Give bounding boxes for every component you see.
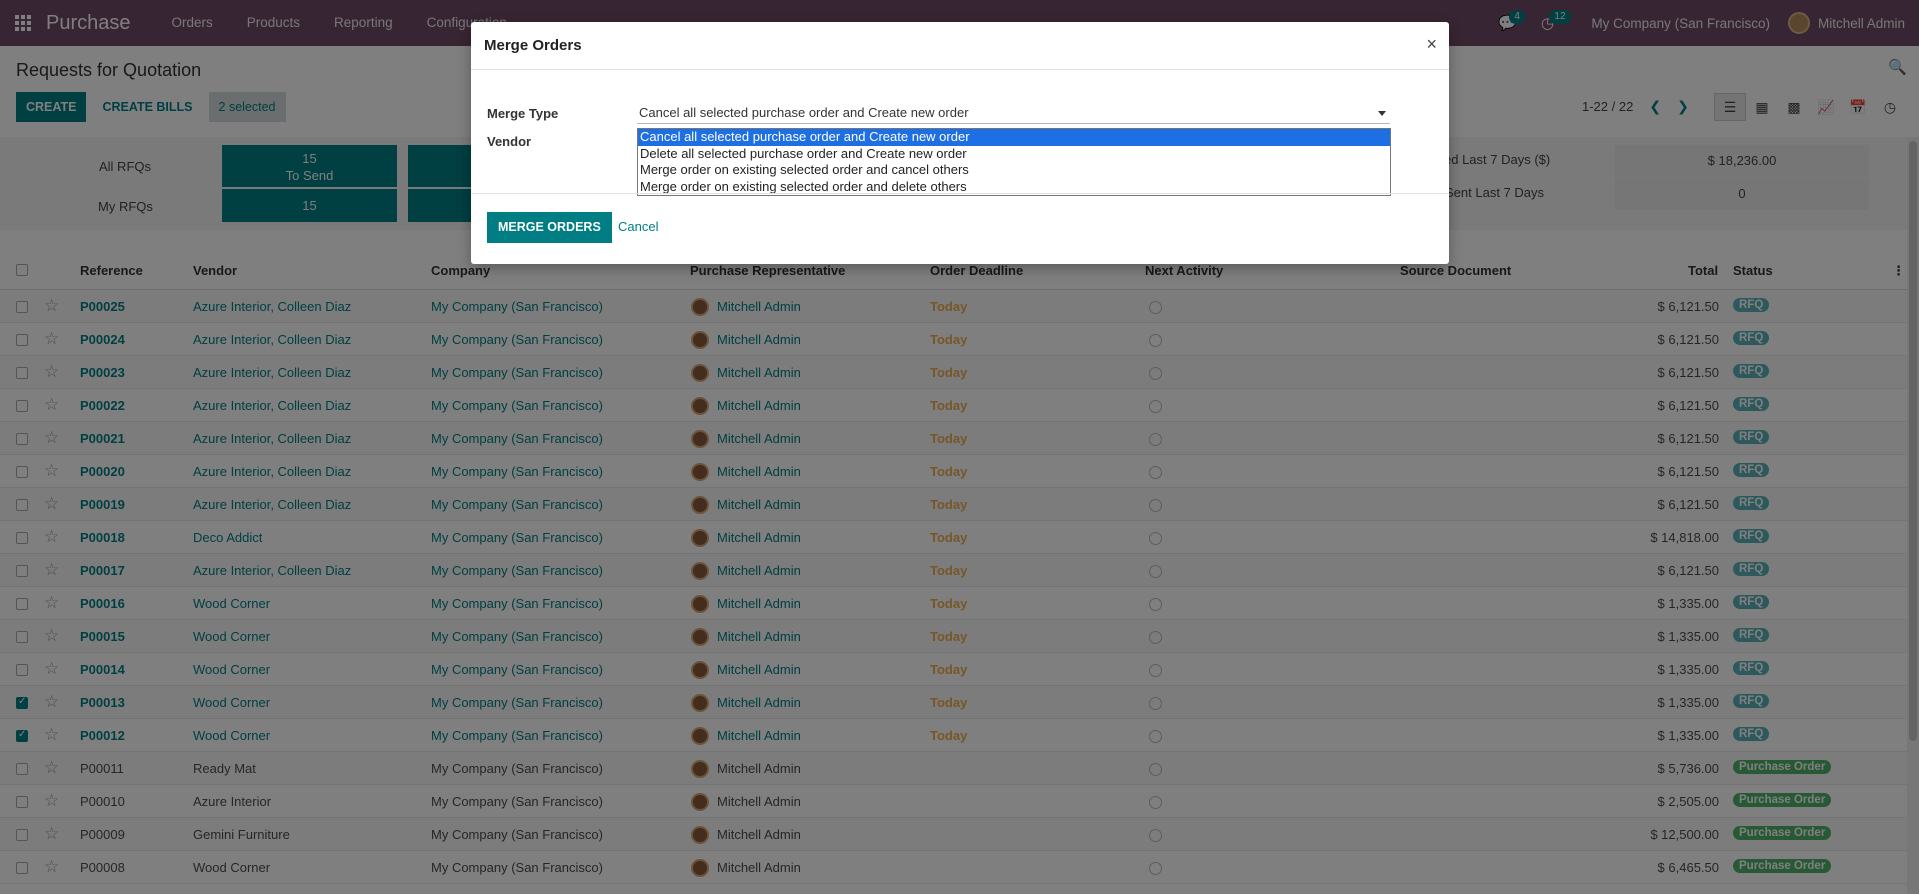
merge-type-dropdown: Cancel all selected purchase order and C… — [637, 128, 1391, 196]
close-icon[interactable]: × — [1426, 34, 1437, 55]
merge-orders-button[interactable]: MERGE ORDERS — [487, 212, 612, 243]
chevron-down-icon — [1378, 111, 1386, 116]
vendor-label: Vendor — [487, 134, 532, 149]
option-delete-create[interactable]: Delete all selected purchase order and C… — [638, 146, 1390, 163]
merge-type-label: Merge Type — [487, 106, 559, 121]
merge-type-select[interactable]: Cancel all selected purchase order and C… — [637, 104, 1390, 124]
dialog-footer: MERGE ORDERS Cancel — [471, 193, 1449, 264]
option-merge-cancel[interactable]: Merge order on existing selected order a… — [638, 162, 1390, 179]
merge-type-value: Cancel all selected purchase order and C… — [639, 105, 969, 120]
option-cancel-create[interactable]: Cancel all selected purchase order and C… — [638, 129, 1390, 146]
cancel-button[interactable]: Cancel — [618, 219, 658, 234]
merge-orders-dialog: Merge Orders × Merge Type Vendor Cancel … — [471, 22, 1449, 264]
dialog-header: Merge Orders × — [471, 22, 1449, 70]
dialog-title: Merge Orders — [484, 37, 582, 54]
